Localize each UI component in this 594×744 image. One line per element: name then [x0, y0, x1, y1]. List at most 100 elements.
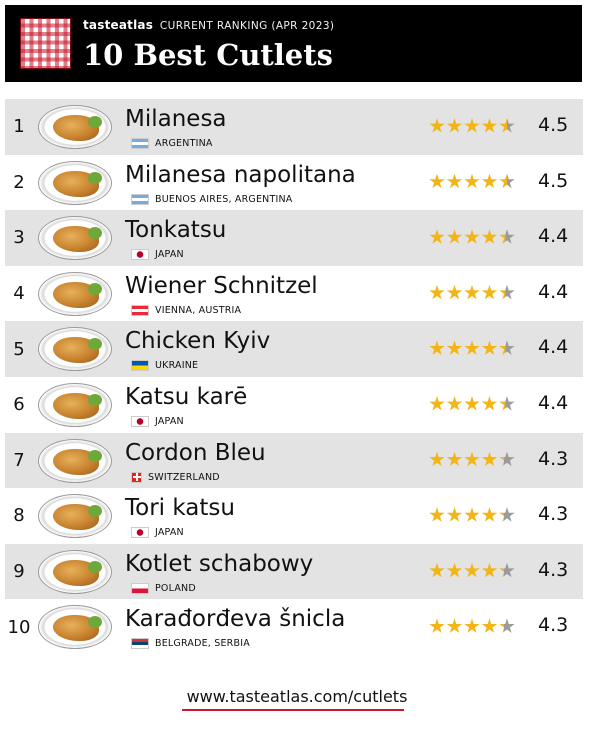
garnish-image	[88, 560, 102, 573]
origin-label[interactable]: ARGENTINA	[155, 138, 213, 149]
dish-origin: BELGRADE, SERBIA	[131, 638, 250, 650]
star-icon	[499, 284, 515, 300]
dish-name[interactable]: Cordon Bleu	[125, 440, 266, 466]
star-icon	[499, 229, 515, 244]
star-icon	[429, 618, 445, 633]
star-icon	[446, 229, 463, 244]
dish-origin: JAPAN	[131, 415, 184, 427]
dish-origin: UKRAINE	[131, 360, 198, 372]
star-icon	[446, 284, 463, 300]
garnish-image	[88, 393, 102, 406]
dish-name[interactable]: Chicken Kyiv	[125, 328, 270, 354]
star-icon	[499, 507, 515, 522]
dish-photo[interactable]	[38, 438, 112, 483]
ranking-row[interactable]: 6 Katsu karē JAPAN 4.4	[5, 377, 583, 433]
checkered-tablecloth-logo	[20, 18, 71, 69]
dish-name[interactable]: Milanesa napolitana	[125, 162, 356, 188]
rating-value: 4.3	[538, 447, 569, 470]
star-icon	[446, 395, 463, 411]
star-icon	[481, 451, 498, 467]
ranking-row[interactable]: 2 Milanesa napolitana BUENOS AIRES, ARGENT…	[5, 155, 583, 211]
ranking-row[interactable]: 3 Tonkatsu JAPAN 4.4	[5, 210, 583, 266]
dish-photo[interactable]	[38, 327, 112, 372]
rank-number: 10	[7, 616, 31, 638]
dish-name[interactable]: Tonkatsu	[125, 217, 226, 243]
ranking-row[interactable]: 7 Cordon Bleu SWITZERLAND 4.3	[5, 432, 583, 489]
dish-photo[interactable]	[38, 494, 112, 539]
star-icon	[481, 340, 498, 355]
brand-line: tasteatlas CURRENT RANKING (APR 2023)	[83, 18, 334, 32]
star-icon	[481, 118, 498, 133]
dish-photo[interactable]	[38, 549, 112, 594]
dish-photo[interactable]	[38, 605, 112, 650]
star-rating	[429, 284, 517, 301]
ranking-row[interactable]: 8 Tori katsu JAPAN 4.3	[5, 488, 583, 544]
star-icon	[464, 284, 480, 300]
dish-photo[interactable]	[38, 216, 112, 261]
dish-origin: JAPAN	[131, 527, 184, 539]
dish-origin: BUENOS AIRES, ARGENTINA	[131, 193, 292, 205]
garnish-image	[88, 282, 102, 295]
garnish-image	[88, 505, 102, 518]
rank-number: 9	[13, 561, 25, 583]
star-icon	[481, 562, 498, 578]
star-icon	[464, 507, 480, 522]
dish-photo[interactable]	[38, 271, 112, 316]
ranking-subtitle: CURRENT RANKING (APR 2023)	[159, 20, 335, 32]
footer-link[interactable]: www.tasteatlas.com/cutlets	[0, 687, 594, 706]
ukraine-flag-icon	[131, 360, 149, 372]
dish-origin: JAPAN	[131, 249, 184, 261]
origin-label[interactable]: VIENNA, AUSTRIA	[155, 305, 241, 316]
ranking-row[interactable]: 9 Kotlet schabowy POLAND 4.3	[5, 543, 583, 600]
origin-label[interactable]: SWITZERLAND	[148, 472, 220, 483]
origin-label[interactable]: JAPAN	[155, 416, 184, 427]
star-icon	[464, 451, 480, 467]
dish-name[interactable]: Wiener Schnitzel	[125, 273, 318, 299]
ranking-row[interactable]: 4 Wiener Schnitzel VIENNA, AUSTRIA 4.4	[5, 266, 583, 322]
page-title: 10 Best Cutlets	[83, 38, 333, 72]
rank-number: 8	[13, 505, 25, 527]
dish-photo[interactable]	[38, 105, 112, 149]
star-icon	[429, 284, 445, 300]
star-icon	[429, 173, 445, 189]
star-icon	[499, 451, 515, 467]
dish-name[interactable]: Karađorđeva šnicla	[125, 606, 345, 632]
star-rating	[429, 173, 517, 190]
star-icon	[464, 340, 480, 355]
brand-name[interactable]: tasteatlas	[83, 18, 153, 32]
origin-label[interactable]: BUENOS AIRES, ARGENTINA	[155, 194, 292, 205]
star-icon	[446, 451, 463, 467]
star-icon	[499, 395, 515, 411]
star-icon	[429, 395, 445, 411]
star-rating	[429, 562, 517, 579]
ranking-row[interactable]: 5 Chicken Kyiv UKRAINE 4.4	[5, 321, 583, 377]
rating-value: 4.5	[538, 169, 569, 192]
origin-label[interactable]: JAPAN	[155, 249, 184, 260]
star-icon	[429, 507, 445, 522]
star-icon	[446, 118, 463, 133]
garnish-image	[88, 171, 102, 184]
star-icon	[464, 173, 480, 189]
origin-label[interactable]: BELGRADE, SERBIA	[155, 638, 250, 649]
dish-name[interactable]: Kotlet schabowy	[125, 551, 313, 577]
dish-photo[interactable]	[38, 160, 112, 205]
dish-origin: VIENNA, AUSTRIA	[131, 304, 241, 316]
dish-origin: POLAND	[131, 582, 196, 594]
garnish-image	[88, 449, 102, 462]
star-icon	[464, 229, 480, 244]
ranking-row[interactable]: 1 Milanesa ARGENTINA 4.5	[5, 99, 583, 155]
star-icon	[464, 562, 480, 578]
rank-number: 3	[13, 227, 25, 249]
dish-photo[interactable]	[38, 382, 112, 427]
star-rating	[429, 395, 517, 412]
origin-label[interactable]: POLAND	[155, 583, 196, 594]
ranking-row[interactable]: 10 Karađorđeva šnicla BELGRADE, SERBIA 4.3	[5, 599, 583, 655]
star-icon	[429, 118, 445, 133]
origin-label[interactable]: JAPAN	[155, 527, 184, 538]
origin-label[interactable]: UKRAINE	[155, 360, 198, 371]
dish-name[interactable]: Tori katsu	[125, 495, 235, 521]
star-icon	[446, 618, 463, 633]
dish-name[interactable]: Katsu karē	[125, 384, 247, 410]
argentina-flag-icon	[131, 138, 149, 149]
dish-name[interactable]: Milanesa	[125, 106, 227, 132]
